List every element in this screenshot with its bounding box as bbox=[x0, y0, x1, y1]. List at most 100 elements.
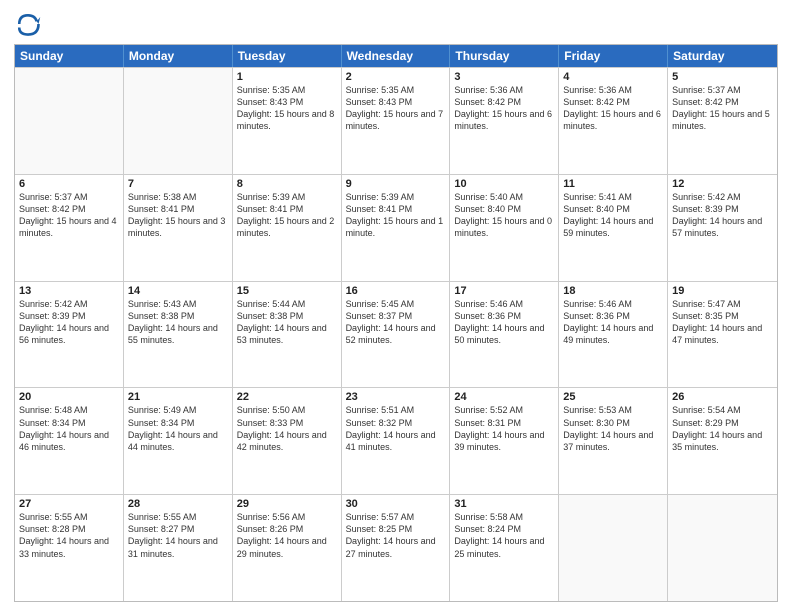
day-number: 17 bbox=[454, 285, 554, 297]
day-cell: 3Sunrise: 5:36 AM Sunset: 8:42 PM Daylig… bbox=[450, 68, 559, 174]
day-cell: 31Sunrise: 5:58 AM Sunset: 8:24 PM Dayli… bbox=[450, 495, 559, 601]
day-number: 16 bbox=[346, 285, 446, 297]
day-number: 21 bbox=[128, 391, 228, 403]
day-number: 28 bbox=[128, 498, 228, 510]
day-number: 4 bbox=[563, 71, 663, 83]
day-cell: 8Sunrise: 5:39 AM Sunset: 8:41 PM Daylig… bbox=[233, 175, 342, 281]
day-number: 19 bbox=[672, 285, 773, 297]
day-info: Sunrise: 5:49 AM Sunset: 8:34 PM Dayligh… bbox=[128, 404, 228, 453]
day-info: Sunrise: 5:57 AM Sunset: 8:25 PM Dayligh… bbox=[346, 511, 446, 560]
day-number: 13 bbox=[19, 285, 119, 297]
day-info: Sunrise: 5:58 AM Sunset: 8:24 PM Dayligh… bbox=[454, 511, 554, 560]
day-number: 18 bbox=[563, 285, 663, 297]
day-info: Sunrise: 5:47 AM Sunset: 8:35 PM Dayligh… bbox=[672, 298, 773, 347]
day-cell: 21Sunrise: 5:49 AM Sunset: 8:34 PM Dayli… bbox=[124, 388, 233, 494]
day-number: 30 bbox=[346, 498, 446, 510]
empty-cell bbox=[124, 68, 233, 174]
day-info: Sunrise: 5:37 AM Sunset: 8:42 PM Dayligh… bbox=[672, 84, 773, 133]
day-info: Sunrise: 5:56 AM Sunset: 8:26 PM Dayligh… bbox=[237, 511, 337, 560]
day-info: Sunrise: 5:52 AM Sunset: 8:31 PM Dayligh… bbox=[454, 404, 554, 453]
day-cell: 1Sunrise: 5:35 AM Sunset: 8:43 PM Daylig… bbox=[233, 68, 342, 174]
header bbox=[14, 10, 778, 38]
day-number: 11 bbox=[563, 178, 663, 190]
logo bbox=[14, 10, 46, 38]
empty-cell bbox=[668, 495, 777, 601]
day-cell: 10Sunrise: 5:40 AM Sunset: 8:40 PM Dayli… bbox=[450, 175, 559, 281]
weekday-header: Sunday bbox=[15, 45, 124, 67]
day-cell: 11Sunrise: 5:41 AM Sunset: 8:40 PM Dayli… bbox=[559, 175, 668, 281]
day-cell: 29Sunrise: 5:56 AM Sunset: 8:26 PM Dayli… bbox=[233, 495, 342, 601]
day-info: Sunrise: 5:35 AM Sunset: 8:43 PM Dayligh… bbox=[346, 84, 446, 133]
day-number: 25 bbox=[563, 391, 663, 403]
day-cell: 14Sunrise: 5:43 AM Sunset: 8:38 PM Dayli… bbox=[124, 282, 233, 388]
day-number: 27 bbox=[19, 498, 119, 510]
day-cell: 13Sunrise: 5:42 AM Sunset: 8:39 PM Dayli… bbox=[15, 282, 124, 388]
day-info: Sunrise: 5:42 AM Sunset: 8:39 PM Dayligh… bbox=[672, 191, 773, 240]
day-number: 8 bbox=[237, 178, 337, 190]
day-info: Sunrise: 5:40 AM Sunset: 8:40 PM Dayligh… bbox=[454, 191, 554, 240]
day-info: Sunrise: 5:46 AM Sunset: 8:36 PM Dayligh… bbox=[454, 298, 554, 347]
calendar-body: 1Sunrise: 5:35 AM Sunset: 8:43 PM Daylig… bbox=[15, 67, 777, 601]
day-cell: 9Sunrise: 5:39 AM Sunset: 8:41 PM Daylig… bbox=[342, 175, 451, 281]
day-info: Sunrise: 5:41 AM Sunset: 8:40 PM Dayligh… bbox=[563, 191, 663, 240]
weekday-header: Wednesday bbox=[342, 45, 451, 67]
day-number: 7 bbox=[128, 178, 228, 190]
day-number: 3 bbox=[454, 71, 554, 83]
day-number: 29 bbox=[237, 498, 337, 510]
day-cell: 20Sunrise: 5:48 AM Sunset: 8:34 PM Dayli… bbox=[15, 388, 124, 494]
empty-cell bbox=[559, 495, 668, 601]
day-info: Sunrise: 5:55 AM Sunset: 8:27 PM Dayligh… bbox=[128, 511, 228, 560]
day-info: Sunrise: 5:36 AM Sunset: 8:42 PM Dayligh… bbox=[454, 84, 554, 133]
day-number: 22 bbox=[237, 391, 337, 403]
empty-cell bbox=[15, 68, 124, 174]
day-cell: 17Sunrise: 5:46 AM Sunset: 8:36 PM Dayli… bbox=[450, 282, 559, 388]
weekday-header: Friday bbox=[559, 45, 668, 67]
day-cell: 19Sunrise: 5:47 AM Sunset: 8:35 PM Dayli… bbox=[668, 282, 777, 388]
day-cell: 16Sunrise: 5:45 AM Sunset: 8:37 PM Dayli… bbox=[342, 282, 451, 388]
day-number: 12 bbox=[672, 178, 773, 190]
day-number: 20 bbox=[19, 391, 119, 403]
day-info: Sunrise: 5:38 AM Sunset: 8:41 PM Dayligh… bbox=[128, 191, 228, 240]
calendar-row: 1Sunrise: 5:35 AM Sunset: 8:43 PM Daylig… bbox=[15, 67, 777, 174]
day-info: Sunrise: 5:45 AM Sunset: 8:37 PM Dayligh… bbox=[346, 298, 446, 347]
day-info: Sunrise: 5:46 AM Sunset: 8:36 PM Dayligh… bbox=[563, 298, 663, 347]
day-cell: 5Sunrise: 5:37 AM Sunset: 8:42 PM Daylig… bbox=[668, 68, 777, 174]
day-cell: 6Sunrise: 5:37 AM Sunset: 8:42 PM Daylig… bbox=[15, 175, 124, 281]
calendar-row: 27Sunrise: 5:55 AM Sunset: 8:28 PM Dayli… bbox=[15, 494, 777, 601]
weekday-header: Monday bbox=[124, 45, 233, 67]
day-info: Sunrise: 5:50 AM Sunset: 8:33 PM Dayligh… bbox=[237, 404, 337, 453]
day-info: Sunrise: 5:42 AM Sunset: 8:39 PM Dayligh… bbox=[19, 298, 119, 347]
day-cell: 7Sunrise: 5:38 AM Sunset: 8:41 PM Daylig… bbox=[124, 175, 233, 281]
weekday-header: Saturday bbox=[668, 45, 777, 67]
day-cell: 12Sunrise: 5:42 AM Sunset: 8:39 PM Dayli… bbox=[668, 175, 777, 281]
day-info: Sunrise: 5:35 AM Sunset: 8:43 PM Dayligh… bbox=[237, 84, 337, 133]
day-cell: 23Sunrise: 5:51 AM Sunset: 8:32 PM Dayli… bbox=[342, 388, 451, 494]
day-number: 6 bbox=[19, 178, 119, 190]
day-number: 26 bbox=[672, 391, 773, 403]
weekday-header: Tuesday bbox=[233, 45, 342, 67]
day-cell: 28Sunrise: 5:55 AM Sunset: 8:27 PM Dayli… bbox=[124, 495, 233, 601]
day-info: Sunrise: 5:54 AM Sunset: 8:29 PM Dayligh… bbox=[672, 404, 773, 453]
day-info: Sunrise: 5:39 AM Sunset: 8:41 PM Dayligh… bbox=[237, 191, 337, 240]
day-cell: 22Sunrise: 5:50 AM Sunset: 8:33 PM Dayli… bbox=[233, 388, 342, 494]
day-cell: 25Sunrise: 5:53 AM Sunset: 8:30 PM Dayli… bbox=[559, 388, 668, 494]
logo-icon bbox=[14, 10, 42, 38]
page: SundayMondayTuesdayWednesdayThursdayFrid… bbox=[0, 0, 792, 612]
day-number: 14 bbox=[128, 285, 228, 297]
day-cell: 15Sunrise: 5:44 AM Sunset: 8:38 PM Dayli… bbox=[233, 282, 342, 388]
day-info: Sunrise: 5:39 AM Sunset: 8:41 PM Dayligh… bbox=[346, 191, 446, 240]
calendar-row: 6Sunrise: 5:37 AM Sunset: 8:42 PM Daylig… bbox=[15, 174, 777, 281]
calendar-header: SundayMondayTuesdayWednesdayThursdayFrid… bbox=[15, 45, 777, 67]
day-info: Sunrise: 5:48 AM Sunset: 8:34 PM Dayligh… bbox=[19, 404, 119, 453]
day-info: Sunrise: 5:36 AM Sunset: 8:42 PM Dayligh… bbox=[563, 84, 663, 133]
day-info: Sunrise: 5:51 AM Sunset: 8:32 PM Dayligh… bbox=[346, 404, 446, 453]
calendar: SundayMondayTuesdayWednesdayThursdayFrid… bbox=[14, 44, 778, 602]
day-number: 10 bbox=[454, 178, 554, 190]
day-info: Sunrise: 5:37 AM Sunset: 8:42 PM Dayligh… bbox=[19, 191, 119, 240]
day-number: 5 bbox=[672, 71, 773, 83]
day-number: 31 bbox=[454, 498, 554, 510]
day-info: Sunrise: 5:43 AM Sunset: 8:38 PM Dayligh… bbox=[128, 298, 228, 347]
day-number: 15 bbox=[237, 285, 337, 297]
day-cell: 18Sunrise: 5:46 AM Sunset: 8:36 PM Dayli… bbox=[559, 282, 668, 388]
day-cell: 2Sunrise: 5:35 AM Sunset: 8:43 PM Daylig… bbox=[342, 68, 451, 174]
